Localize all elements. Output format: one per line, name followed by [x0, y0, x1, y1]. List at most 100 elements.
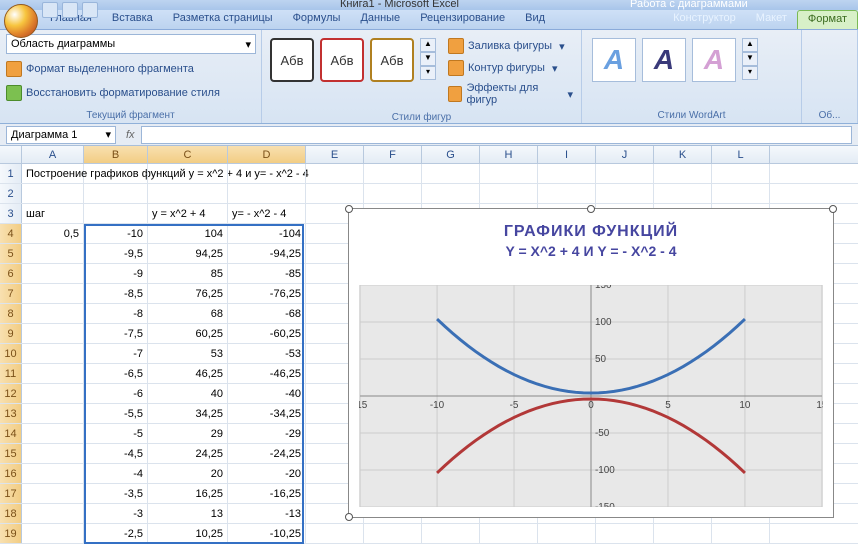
cell[interactable] [538, 184, 596, 203]
cell[interactable] [306, 164, 364, 183]
cell[interactable] [22, 424, 84, 443]
cell[interactable] [654, 524, 712, 543]
col-header-C[interactable]: C [148, 146, 228, 163]
col-header-H[interactable]: H [480, 146, 538, 163]
row-header-17[interactable]: 17 [0, 484, 22, 503]
cell[interactable]: -4 [84, 464, 148, 483]
worksheet[interactable]: ABCDEFGHIJKL 1Построение графиков функци… [0, 146, 858, 544]
row-header-4[interactable]: 4 [0, 224, 22, 243]
col-header-G[interactable]: G [422, 146, 480, 163]
row-header-12[interactable]: 12 [0, 384, 22, 403]
cell[interactable]: -3,5 [84, 484, 148, 503]
formula-bar[interactable] [141, 126, 852, 144]
cell[interactable] [22, 324, 84, 343]
cell[interactable]: -5 [84, 424, 148, 443]
cell[interactable]: 20 [148, 464, 228, 483]
col-header-A[interactable]: A [22, 146, 84, 163]
cell[interactable] [306, 184, 364, 203]
cell[interactable] [712, 524, 770, 543]
cell[interactable] [228, 164, 306, 183]
col-header-L[interactable]: L [712, 146, 770, 163]
tab-Данные[interactable]: Данные [350, 10, 410, 29]
cell[interactable] [22, 464, 84, 483]
row-header-3[interactable]: 3 [0, 204, 22, 223]
gallery-up-icon[interactable]: ▲ [420, 38, 436, 52]
cell[interactable]: 76,25 [148, 284, 228, 303]
chart-element-selector[interactable]: Область диаграммы▾ [6, 34, 256, 54]
cell[interactable] [148, 164, 228, 183]
gallery-more-icon[interactable]: ▾ [420, 66, 436, 80]
cell[interactable] [480, 184, 538, 203]
cell[interactable]: -7,5 [84, 324, 148, 343]
cell[interactable]: 104 [148, 224, 228, 243]
shape-styles-gallery[interactable]: Абв Абв Абв ▲▼▾ [268, 34, 438, 110]
fx-icon[interactable]: fx [126, 129, 135, 141]
tab-Макет[interactable]: Макет [746, 10, 797, 29]
cell[interactable] [712, 184, 770, 203]
col-header-J[interactable]: J [596, 146, 654, 163]
row-header-13[interactable]: 13 [0, 404, 22, 423]
cell[interactable] [22, 244, 84, 263]
cell[interactable] [22, 184, 84, 203]
cell[interactable]: -4,5 [84, 444, 148, 463]
shape-style-2[interactable]: Абв [320, 38, 364, 82]
cell[interactable] [22, 364, 84, 383]
cell[interactable]: 94,25 [148, 244, 228, 263]
resize-handle[interactable] [345, 513, 353, 521]
qat-save-icon[interactable] [42, 2, 58, 18]
shape-fill-button[interactable]: Заливка фигуры ▾ [448, 36, 573, 56]
shape-style-1[interactable]: Абв [270, 38, 314, 82]
cell[interactable] [22, 344, 84, 363]
name-box[interactable]: Диаграмма 1▾ [6, 126, 116, 144]
cell[interactable]: -94,25 [228, 244, 306, 263]
cell[interactable]: -10,25 [228, 524, 306, 543]
chart-subtitle[interactable]: Y = X^2 + 4 И Y = - X^2 - 4 [349, 241, 833, 259]
cell[interactable]: 60,25 [148, 324, 228, 343]
cell[interactable] [22, 264, 84, 283]
cell[interactable]: 24,25 [148, 444, 228, 463]
cell[interactable]: -29 [228, 424, 306, 443]
cell[interactable]: -34,25 [228, 404, 306, 423]
cell[interactable]: -7 [84, 344, 148, 363]
cell[interactable] [22, 504, 84, 523]
cell[interactable]: 34,25 [148, 404, 228, 423]
cell[interactable]: у= - x^2 - 4 [228, 204, 306, 223]
cell[interactable]: -9,5 [84, 244, 148, 263]
col-header-E[interactable]: E [306, 146, 364, 163]
gallery-down-icon[interactable]: ▼ [420, 52, 436, 66]
cell[interactable] [84, 164, 148, 183]
cell[interactable] [22, 484, 84, 503]
tab-Вставка[interactable]: Вставка [102, 10, 163, 29]
chart-object[interactable]: ГРАФИКИ ФУНКЦИЙ Y = X^2 + 4 И Y = - X^2 … [348, 208, 834, 518]
cell[interactable]: у = x^2 + 4 [148, 204, 228, 223]
cell[interactable]: -3 [84, 504, 148, 523]
cell[interactable] [480, 524, 538, 543]
cell[interactable] [538, 524, 596, 543]
cell[interactable]: -68 [228, 304, 306, 323]
cell[interactable]: -13 [228, 504, 306, 523]
shape-style-3[interactable]: Абв [370, 38, 414, 82]
cell[interactable] [654, 184, 712, 203]
wordart-gallery[interactable]: А А А ▲▼▾ [588, 34, 795, 86]
tab-Разметка страницы[interactable]: Разметка страницы [163, 10, 283, 29]
cell[interactable] [364, 184, 422, 203]
cell[interactable] [148, 184, 228, 203]
shape-effects-button[interactable]: Эффекты для фигур ▾ [448, 80, 573, 108]
cell[interactable]: -8 [84, 304, 148, 323]
row-header-16[interactable]: 16 [0, 464, 22, 483]
cell[interactable]: -5,5 [84, 404, 148, 423]
col-header-F[interactable]: F [364, 146, 422, 163]
row-header-6[interactable]: 6 [0, 264, 22, 283]
cell[interactable] [596, 184, 654, 203]
cell[interactable]: 85 [148, 264, 228, 283]
col-header-B[interactable]: B [84, 146, 148, 163]
row-header-1[interactable]: 1 [0, 164, 22, 183]
cell[interactable] [22, 444, 84, 463]
cell[interactable] [228, 184, 306, 203]
cell[interactable] [306, 524, 364, 543]
cell[interactable]: -76,25 [228, 284, 306, 303]
cell[interactable]: 10,25 [148, 524, 228, 543]
cell[interactable]: 0,5 [22, 224, 84, 243]
wordart-style-1[interactable]: А [592, 38, 636, 82]
qat-undo-icon[interactable] [62, 2, 78, 18]
